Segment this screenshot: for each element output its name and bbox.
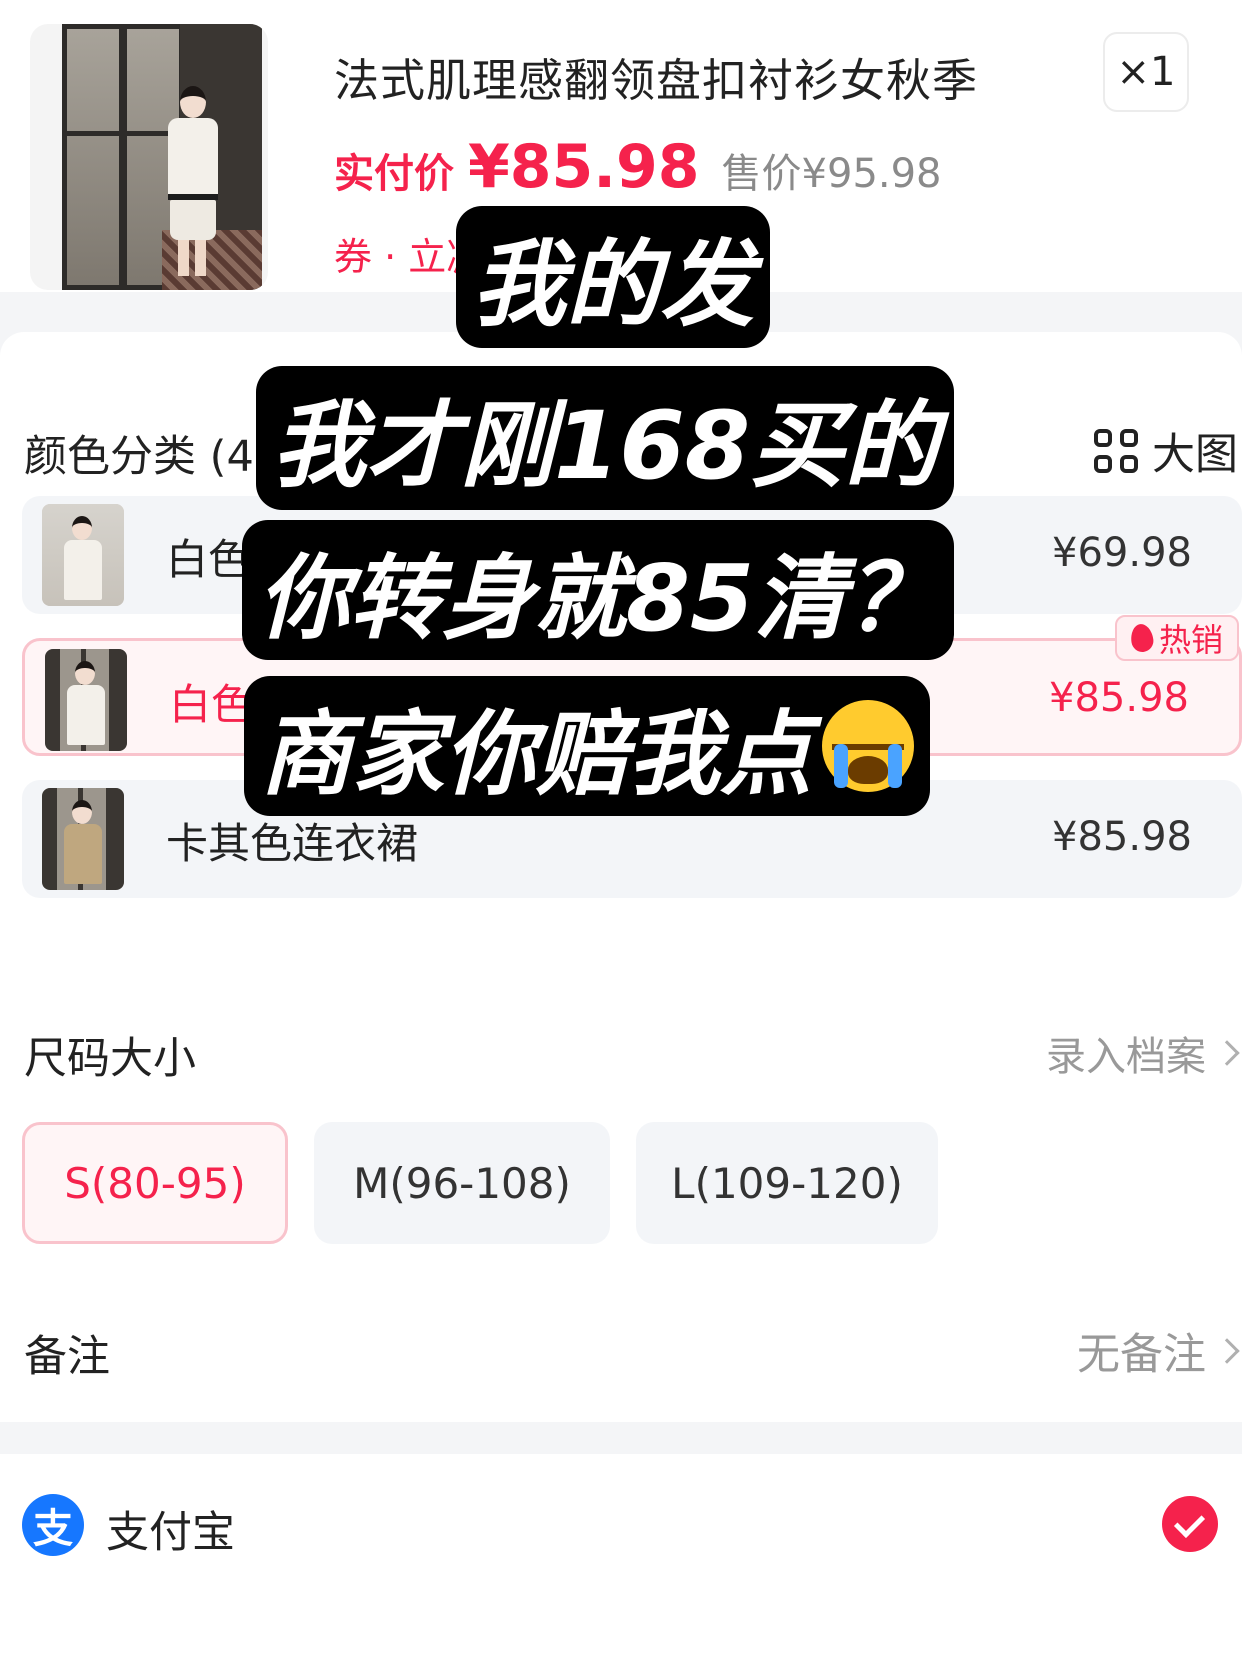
color-option-label: 卡其色连衣裙 (166, 819, 419, 868)
option-thumbnail (42, 788, 124, 890)
color-option-price: ¥69.98 (1052, 530, 1192, 576)
caption-line-1: 我的发 (456, 206, 771, 348)
product-title: 法式肌理感翻领盘扣衬衫女秋季 (334, 54, 979, 107)
price-row: 实付价 ¥85.98 售价¥95.98 (334, 132, 942, 202)
option-thumbnail (45, 649, 127, 751)
size-profile-label: 录入档案 (1046, 1034, 1206, 1080)
caption-line-3: 你转身就85清？ (242, 520, 955, 660)
color-section-heading: 颜色分类 (4) (24, 432, 271, 482)
chevron-right-icon (1214, 1338, 1240, 1364)
product-image[interactable] (30, 24, 268, 290)
option-thumbnail (42, 504, 124, 606)
size-profile-link[interactable]: 录入档案 (1046, 1024, 1240, 1082)
size-section-heading: 尺码大小 (24, 1034, 196, 1084)
hot-sale-label: 热销 (1158, 621, 1223, 659)
flame-icon (1129, 622, 1155, 654)
crying-face-icon (822, 700, 915, 792)
large-view-toggle[interactable]: 大图 (1094, 420, 1238, 482)
remark-link[interactable]: 无备注 (1077, 1320, 1240, 1382)
payment-method-label: 支付宝 (106, 1508, 235, 1558)
chevron-right-icon (1214, 1040, 1240, 1066)
caption-line-2: 我才刚168买的 (256, 366, 955, 510)
grid-icon (1094, 429, 1138, 473)
size-option-l[interactable]: L(109-120) (636, 1122, 938, 1244)
quantity-box[interactable]: ×1 (1103, 32, 1189, 112)
color-option-price: ¥85.98 (1052, 814, 1192, 860)
size-option-m[interactable]: M(96-108) (314, 1122, 610, 1244)
remark-heading: 备注 (24, 1332, 110, 1382)
original-price: 售价¥95.98 (721, 151, 942, 197)
selected-check-icon[interactable] (1162, 1496, 1218, 1552)
remark-value: 无备注 (1077, 1330, 1206, 1380)
pay-price: ¥85.98 (468, 132, 700, 202)
product-photo (62, 24, 262, 290)
caption-line-4: 商家你赔我点 (244, 676, 931, 816)
caption-line-4-text: 商家你赔我点 (260, 700, 813, 808)
payment-method-row[interactable]: 支 支付宝 (0, 1454, 1242, 1656)
large-view-label: 大图 (1152, 430, 1238, 480)
color-option-price: ¥85.98 (1049, 675, 1189, 721)
hot-sale-badge: 热销 (1114, 615, 1239, 661)
pay-price-label: 实付价 (334, 151, 454, 197)
size-option-s[interactable]: S(80-95) (22, 1122, 288, 1244)
alipay-icon: 支 (22, 1494, 84, 1556)
section-separator (0, 1422, 1242, 1454)
